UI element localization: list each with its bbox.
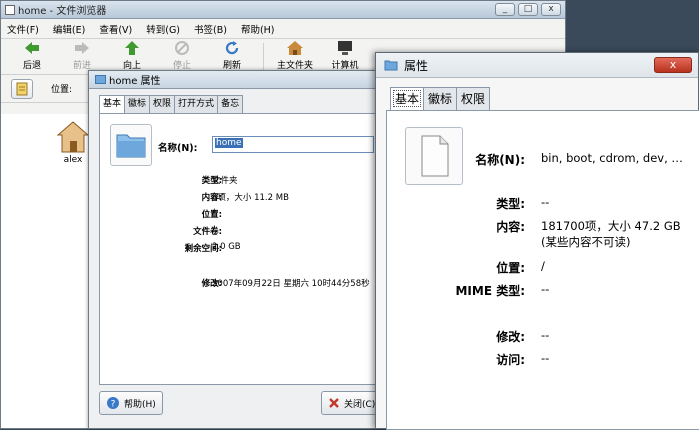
home-properties-panel: 名称(N): home 类型: 文件夹 内容: 6项，大小 11.2 MB 位置… xyxy=(99,113,387,385)
tab-notes[interactable]: 备忘 xyxy=(217,95,244,113)
type-value: 文件夹 xyxy=(212,176,238,186)
name-label: 名称(N): xyxy=(158,143,198,154)
menu-bar: 文件(F) 编辑(E) 查看(V) 转到(G) 书签(B) 帮助(H) xyxy=(1,19,565,39)
window-menu-icon[interactable] xyxy=(5,4,15,15)
volume-label: 文件卷: xyxy=(193,227,222,237)
home-properties-titlebar: home 属性 xyxy=(89,71,387,89)
close-button[interactable]: x xyxy=(541,3,561,16)
window-close-button[interactable]: x xyxy=(654,57,692,73)
forward-button[interactable]: 前进 xyxy=(57,40,107,71)
properties-tabs: 基本 徽标 权限 xyxy=(390,87,491,110)
file-manager-titlebar: home - 文件浏览器 _ □ x xyxy=(1,1,565,19)
file-preview[interactable] xyxy=(405,127,463,185)
back-label: 后退 xyxy=(22,61,41,71)
folder-preview[interactable] xyxy=(110,124,152,166)
location-label: 位置: xyxy=(51,85,73,95)
close-icon xyxy=(329,398,339,408)
location-label: 位置: xyxy=(496,261,525,275)
name-value: home xyxy=(215,138,243,148)
tab-basic[interactable]: 基本 xyxy=(99,95,126,114)
accessed-value: -- xyxy=(541,351,550,365)
free-space-value: 2.0 GB xyxy=(212,242,241,252)
type-label: 类型: xyxy=(496,197,525,211)
name-label: 名称(N): xyxy=(475,153,525,167)
reload-button[interactable]: 刷新 xyxy=(207,40,257,71)
contents-value: 6项，大小 11.2 MB xyxy=(212,193,289,203)
name-value: bin, boot, cdrom, dev, … xyxy=(541,151,683,165)
desktop-background xyxy=(566,0,699,52)
home-properties-tabs: 基本 徽标 权限 打开方式 备忘 xyxy=(99,95,244,114)
volume-value: / xyxy=(212,225,215,235)
toolbar-separator xyxy=(263,43,264,71)
file-manager-title: home - 文件浏览器 xyxy=(18,6,107,17)
minimize-button[interactable]: _ xyxy=(495,3,515,16)
location-value: / xyxy=(541,259,545,273)
back-arrow-icon xyxy=(25,42,39,54)
accessed-label: 访问: xyxy=(496,353,525,367)
type-value: -- xyxy=(541,195,550,209)
modified-value: -- xyxy=(541,328,550,342)
menu-edit[interactable]: 编辑(E) xyxy=(53,22,85,36)
stop-button[interactable]: 停止 xyxy=(157,40,207,71)
help-button[interactable]: ? 帮助(H) xyxy=(99,391,163,415)
properties-panel: 名称(N): bin, boot, cdrom, dev, … 类型: -- 内… xyxy=(386,110,699,430)
home-icon xyxy=(287,41,303,55)
name-field[interactable]: home xyxy=(212,136,374,153)
toggle-location-button[interactable] xyxy=(11,78,33,99)
help-icon: ? xyxy=(107,397,119,410)
svg-text:?: ? xyxy=(111,400,116,410)
properties-dialog: 属性 x 基本 徽标 权限 名称(N): bin, boot, cdrom, d… xyxy=(375,52,699,430)
modified-label: 修改: xyxy=(496,330,525,344)
mime-type-label: MIME 类型: xyxy=(455,284,525,298)
stop-icon xyxy=(175,41,189,55)
tab-open-with[interactable]: 打开方式 xyxy=(174,95,219,113)
up-button[interactable]: 向上 xyxy=(107,40,157,71)
tab-emblems[interactable]: 徽标 xyxy=(423,87,458,110)
contents-note: (某些内容不可读) xyxy=(541,235,631,249)
file-item-label[interactable]: alex xyxy=(56,155,90,165)
edit-icon xyxy=(16,82,28,95)
home-folder-icon[interactable] xyxy=(56,120,90,158)
home-button[interactable]: 主文件夹 xyxy=(270,40,320,71)
folder-icon xyxy=(384,60,398,71)
close-dialog-button[interactable]: 关闭(C) xyxy=(321,391,383,415)
modified-value: 2007年09月22日 星期六 10时44分58秒 xyxy=(212,279,370,289)
location-value: / xyxy=(212,208,215,218)
menu-go[interactable]: 转到(G) xyxy=(146,22,180,36)
forward-arrow-icon xyxy=(75,42,89,54)
menu-help[interactable]: 帮助(H) xyxy=(241,22,275,36)
folder-icon xyxy=(95,75,106,84)
properties-title: 属性 xyxy=(404,58,429,73)
home-properties-dialog: home 属性 基本 徽标 权限 打开方式 备忘 名称(N): home 类型:… xyxy=(88,70,388,429)
help-button-label: 帮助(H) xyxy=(124,399,156,410)
home-properties-title: home 属性 xyxy=(109,76,161,87)
document-icon xyxy=(421,135,449,177)
properties-titlebar: 属性 xyxy=(376,53,698,78)
folder-icon xyxy=(116,134,146,158)
menu-bookmarks[interactable]: 书签(B) xyxy=(194,22,227,36)
computer-icon xyxy=(338,41,352,55)
contents-value: 181700项，大小 47.2 GB xyxy=(541,219,681,233)
tab-permissions[interactable]: 权限 xyxy=(149,95,176,113)
up-arrow-icon xyxy=(125,41,139,55)
computer-button[interactable]: 计算机 xyxy=(320,40,370,71)
back-button[interactable]: 后退 xyxy=(7,40,57,71)
reload-icon xyxy=(225,41,239,55)
tab-emblems[interactable]: 徽标 xyxy=(124,95,151,113)
close-button-label: 关闭(C) xyxy=(344,399,376,410)
menu-view[interactable]: 查看(V) xyxy=(99,22,132,36)
mime-type-value: -- xyxy=(541,282,550,296)
menu-file[interactable]: 文件(F) xyxy=(7,22,39,36)
tab-permissions[interactable]: 权限 xyxy=(456,87,491,110)
tab-basic[interactable]: 基本 xyxy=(390,87,425,110)
contents-label: 内容: xyxy=(496,220,525,234)
maximize-button[interactable]: □ xyxy=(518,3,538,16)
